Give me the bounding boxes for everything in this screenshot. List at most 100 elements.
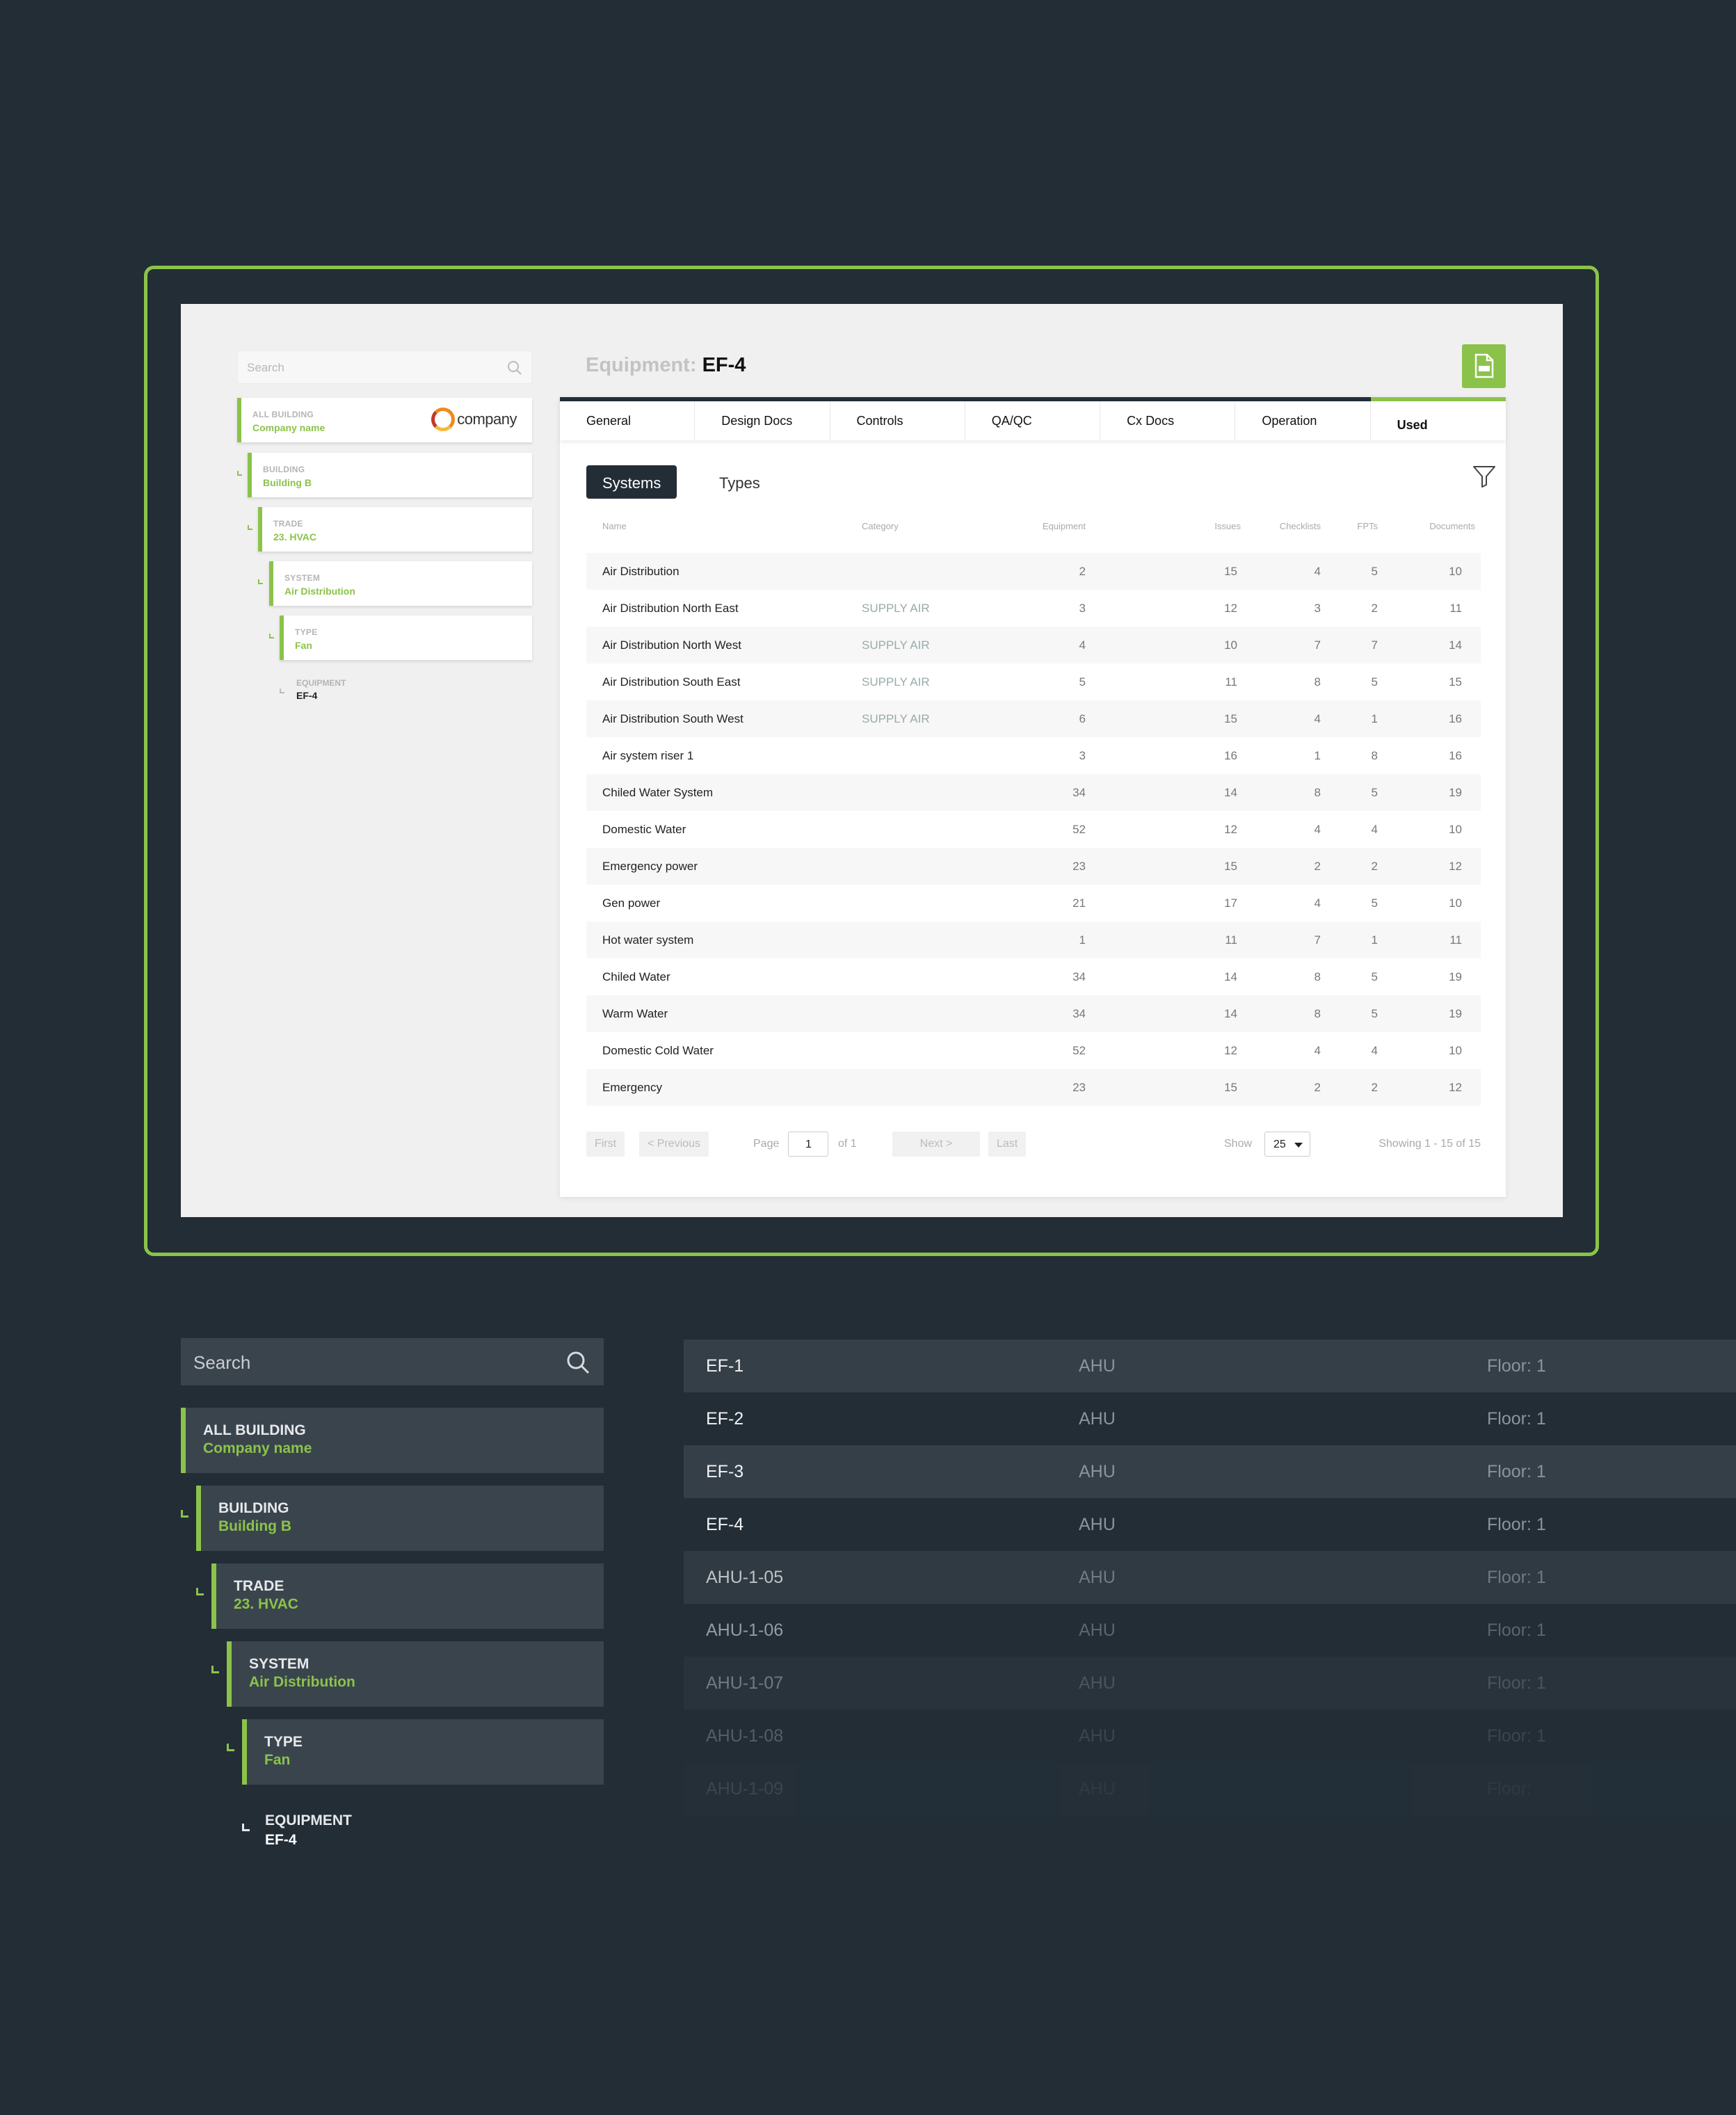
list-item[interactable]: AHU-1-07 AHU Floor: 1	[684, 1657, 1736, 1710]
subtab-types[interactable]: Types	[703, 465, 776, 499]
dark-tree-node-equipment[interactable]: EQUIPMENT EF-4	[265, 1812, 352, 1849]
search-placeholder: Search	[193, 1352, 251, 1373]
dark-search-input[interactable]: Search	[181, 1338, 604, 1385]
cell-equipment: 23	[1072, 860, 1086, 873]
column-header-fpts[interactable]: FPTs	[1357, 521, 1378, 531]
tab-cx-docs[interactable]: Cx Docs	[1100, 401, 1236, 440]
column-header-issues[interactable]: Issues	[1214, 521, 1241, 531]
table-row[interactable]: Air Distribution South West SUPPLY AIR 6 15…	[586, 700, 1481, 737]
tree-connector-icon	[248, 525, 252, 530]
table-row[interactable]: Domestic Cold Water 52 12 4 4 10	[586, 1032, 1481, 1069]
tree-node-system[interactable]: SYSTEM Air Distribution	[269, 561, 532, 606]
tree-node-label: EQUIPMENT	[296, 678, 346, 688]
table-row[interactable]: Hot water system 1 11 7 1 11	[586, 922, 1481, 958]
export-pdf-button[interactable]	[1462, 344, 1506, 388]
tree-node-building[interactable]: BUILDING Building B	[248, 453, 532, 497]
dark-tree-node-all-building[interactable]: ALL BUILDING Company name	[181, 1408, 604, 1473]
page-size-select[interactable]: 25	[1264, 1132, 1310, 1157]
next-page-button[interactable]: Next >	[892, 1132, 980, 1157]
tree-node-all-building[interactable]: ALL BUILDING Company name company	[237, 398, 532, 442]
list-item[interactable]: EF-1 AHU Floor: 1	[684, 1340, 1736, 1392]
tree-connector-icon	[196, 1588, 204, 1595]
tab-bar: General Design Docs Controls QA/QC Cx Do…	[560, 397, 1506, 440]
list-item-name: AHU-1-05	[706, 1568, 784, 1587]
page-number-input[interactable]: 1	[788, 1132, 828, 1157]
dark-tree-node-building[interactable]: BUILDING Building B	[196, 1486, 604, 1551]
tree-node-label: ALL BUILDING	[252, 410, 314, 419]
column-header-name[interactable]: Name	[602, 521, 627, 531]
table-row[interactable]: Gen power 21 17 4 5 10	[586, 885, 1481, 922]
tab-operation[interactable]: Operation	[1235, 401, 1371, 440]
column-header-checklists[interactable]: Checklists	[1280, 521, 1321, 531]
dark-tree-node-type[interactable]: TYPE Fan	[242, 1719, 604, 1785]
list-item[interactable]: EF-4 AHU Floor: 1	[684, 1498, 1736, 1551]
column-header-category[interactable]: Category	[862, 521, 899, 531]
tab-general[interactable]: General	[560, 401, 696, 440]
tab-qa-qc[interactable]: QA/QC	[965, 401, 1101, 440]
table-row[interactable]: Air Distribution North East SUPPLY AIR 3 12…	[586, 590, 1481, 627]
cell-fpts: 5	[1371, 675, 1378, 689]
cell-name: Hot water system	[602, 933, 694, 947]
table-row[interactable]: Emergency 23 15 2 2 12	[586, 1069, 1481, 1106]
list-item-name: AHU-1-07	[706, 1673, 784, 1693]
cell-fpts: 7	[1371, 638, 1378, 652]
cell-documents: 11	[1449, 602, 1462, 615]
search-input[interactable]: Search	[237, 351, 532, 384]
company-logo: company	[431, 408, 517, 431]
previous-page-button[interactable]: < Previous	[639, 1132, 709, 1157]
tree-node-value: Fan	[264, 1752, 291, 1768]
first-page-button[interactable]: First	[586, 1132, 625, 1157]
cell-checklists: 7	[1314, 933, 1321, 947]
cell-checklists: 8	[1314, 675, 1321, 689]
list-item-name: AHU-1-09	[706, 1779, 784, 1799]
table-row[interactable]: Air Distribution 2 15 4 5 10	[586, 553, 1481, 590]
search-placeholder: Search	[247, 361, 284, 374]
table-row[interactable]: Domestic Water 52 12 4 4 10	[586, 811, 1481, 848]
subtab-systems[interactable]: Systems	[586, 465, 677, 499]
list-item[interactable]: AHU-1-08 AHU Floor: 1	[684, 1710, 1736, 1762]
table-row[interactable]: Air Distribution North West SUPPLY AIR 4 10…	[586, 627, 1481, 664]
dark-tree-node-trade[interactable]: TRADE 23. HVAC	[211, 1563, 604, 1629]
cell-checklists: 3	[1314, 602, 1321, 615]
tree-node-equipment[interactable]: EQUIPMENT EF-4	[296, 678, 346, 701]
cell-fpts: 5	[1371, 970, 1378, 983]
search-icon[interactable]	[565, 1349, 591, 1376]
table-row[interactable]: Chiled Water System 34 14 8 5 19	[586, 774, 1481, 811]
cell-checklists: 8	[1314, 786, 1321, 799]
tree-connector-icon	[269, 634, 274, 638]
list-item[interactable]: AHU-1-05 AHU Floor: 1	[684, 1551, 1736, 1604]
cell-fpts: 4	[1371, 823, 1378, 836]
table-row[interactable]: Air system riser 1 3 16 1 8 16	[586, 737, 1481, 774]
cell-documents: 10	[1449, 823, 1462, 836]
cell-name: Warm Water	[602, 1007, 668, 1020]
filter-icon[interactable]	[1472, 464, 1497, 489]
tab-design-docs[interactable]: Design Docs	[695, 401, 830, 440]
column-header-equipment[interactable]: Equipment	[1043, 521, 1086, 531]
tab-controls[interactable]: Controls	[830, 401, 965, 440]
tree-node-value: Company name	[203, 1440, 312, 1456]
tree-node-trade[interactable]: TRADE 23. HVAC	[258, 507, 532, 552]
cell-checklists: 8	[1314, 1007, 1321, 1020]
tab-used[interactable]: Used	[1370, 397, 1506, 440]
list-item[interactable]: EF-2 AHU Floor: 1	[684, 1392, 1736, 1445]
list-item[interactable]: EF-3 AHU Floor: 1	[684, 1445, 1736, 1498]
dark-tree-node-system[interactable]: SYSTEM Air Distribution	[227, 1641, 604, 1707]
cell-checklists: 4	[1314, 565, 1321, 578]
cell-name: Emergency	[602, 1081, 662, 1094]
cell-name: Air Distribution North West	[602, 638, 741, 652]
column-header-documents[interactable]: Documents	[1429, 521, 1475, 531]
list-item-name: EF-1	[706, 1356, 744, 1376]
tree-node-type[interactable]: TYPE Fan	[280, 616, 532, 660]
search-icon[interactable]	[506, 360, 523, 376]
tree-node-label: BUILDING	[218, 1500, 289, 1516]
table-row[interactable]: Air Distribution South East SUPPLY AIR 5 11…	[586, 664, 1481, 700]
cell-category: SUPPLY AIR	[862, 638, 930, 652]
table-row[interactable]: Chiled Water 34 14 8 5 19	[586, 958, 1481, 995]
tree-connector-icon	[280, 689, 284, 693]
cell-documents: 10	[1449, 896, 1462, 910]
last-page-button[interactable]: Last	[988, 1132, 1027, 1157]
table-row[interactable]: Warm Water 34 14 8 5 19	[586, 995, 1481, 1032]
table-row[interactable]: Emergency power 23 15 2 2 12	[586, 848, 1481, 885]
list-item[interactable]: AHU-1-06 AHU Floor: 1	[684, 1604, 1736, 1657]
list-item[interactable]: AHU-1-09 AHU Floor:	[684, 1762, 1736, 1815]
